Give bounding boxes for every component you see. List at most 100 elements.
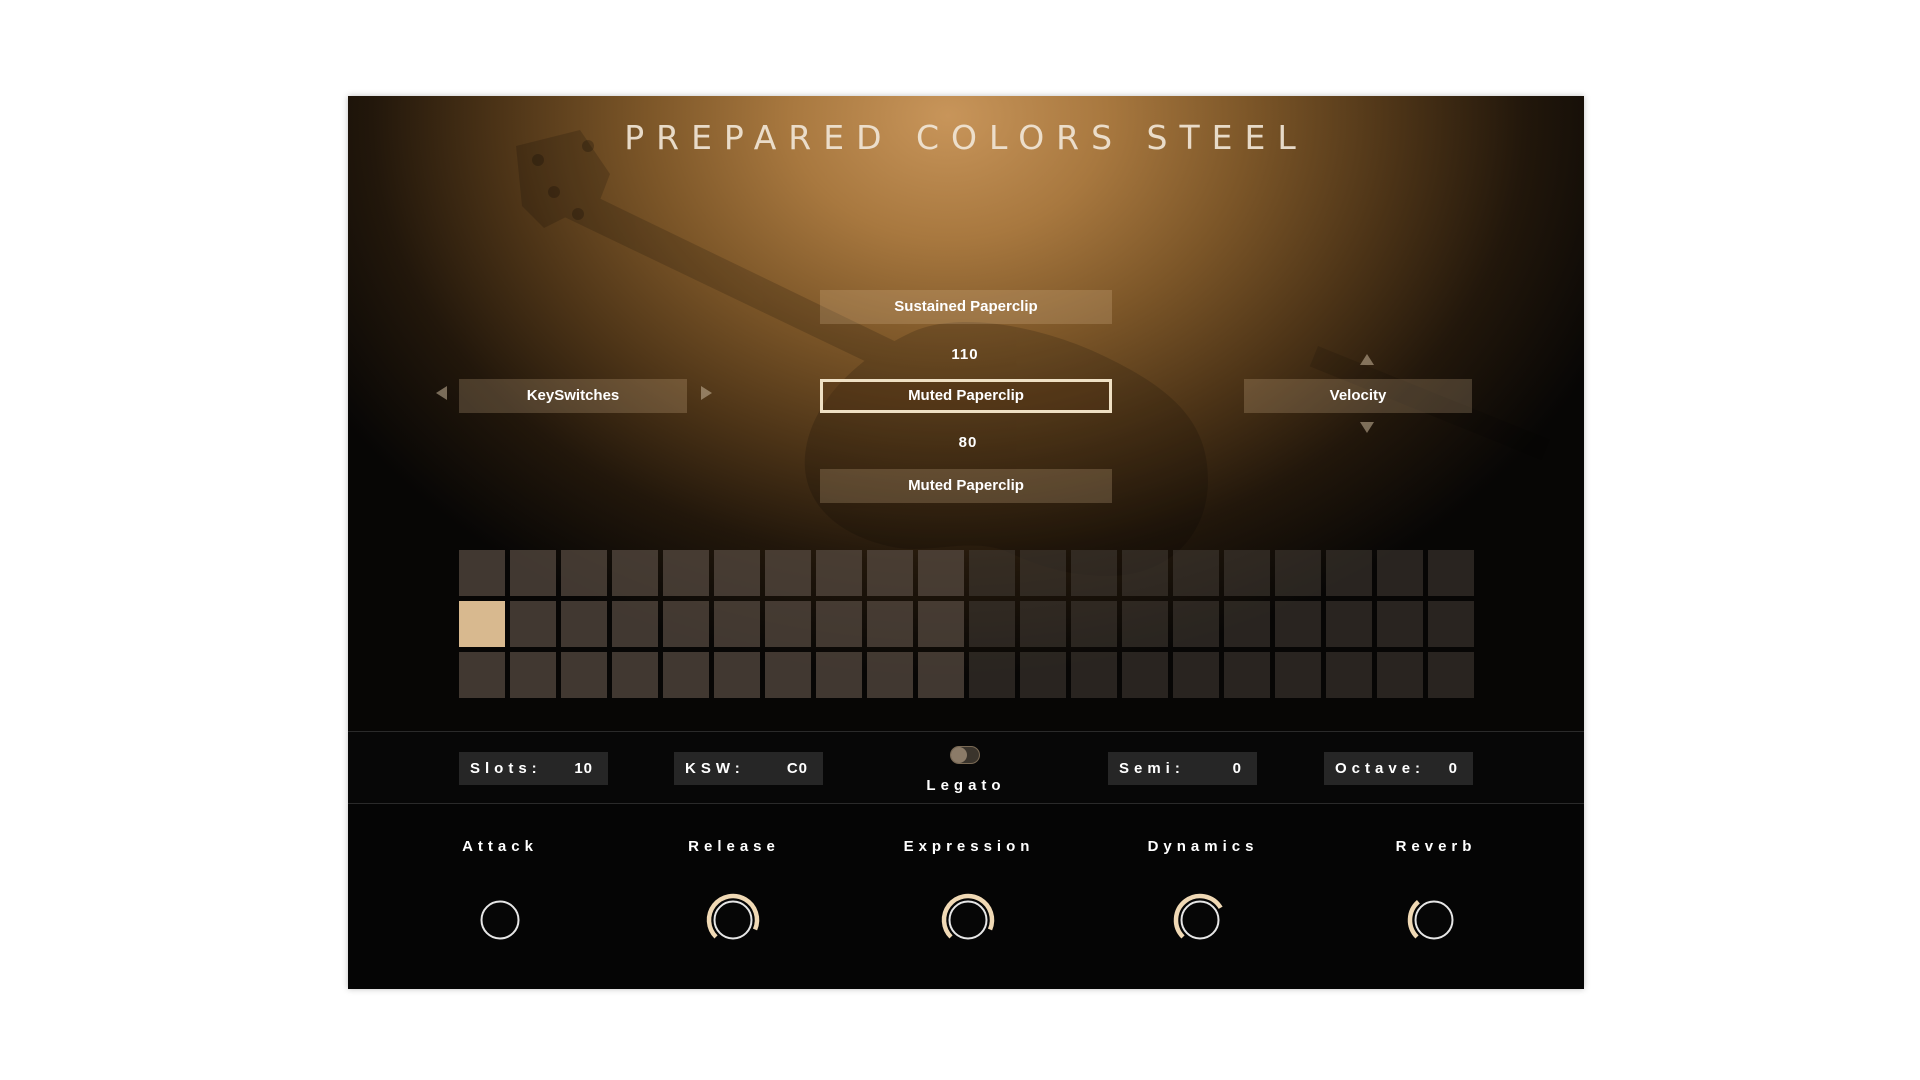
slot-cell[interactable] — [1020, 601, 1066, 647]
keyswitches-next-icon[interactable] — [701, 386, 712, 400]
knobs-row: Attack Release Expression Dynamics Rever… — [348, 804, 1584, 989]
slot-cell[interactable] — [1173, 601, 1219, 647]
articulation-top-button[interactable]: Sustained Paperclip — [820, 290, 1112, 324]
ksw-field[interactable]: KSW: C0 — [674, 752, 823, 785]
slot-cell[interactable] — [510, 601, 556, 647]
slot-cell[interactable] — [663, 550, 709, 596]
slot-cell[interactable] — [867, 550, 913, 596]
expression-knob[interactable] — [938, 890, 998, 950]
octave-label: Octave: — [1335, 760, 1426, 777]
slot-cell[interactable] — [1173, 550, 1219, 596]
slot-cell[interactable] — [1275, 601, 1321, 647]
articulation-bottom-button[interactable]: Muted Paperclip — [820, 469, 1112, 503]
ksw-label: KSW: — [685, 760, 745, 777]
slot-cell[interactable] — [1020, 550, 1066, 596]
slot-cell[interactable] — [561, 652, 607, 698]
attack-knob[interactable] — [470, 890, 530, 950]
slot-cell[interactable] — [510, 652, 556, 698]
slot-cell[interactable] — [714, 550, 760, 596]
slot-cell[interactable] — [1173, 652, 1219, 698]
slot-cell[interactable] — [714, 601, 760, 647]
slot-cell[interactable] — [510, 550, 556, 596]
slots-field[interactable]: Slots: 10 — [459, 752, 608, 785]
slot-cell[interactable] — [1326, 550, 1372, 596]
release-label: Release — [688, 838, 780, 855]
slot-cell[interactable] — [1224, 652, 1270, 698]
slot-cell[interactable] — [561, 601, 607, 647]
legato-toggle[interactable] — [950, 746, 980, 764]
slot-cell[interactable] — [918, 601, 964, 647]
keyswitch-slot-grid — [459, 550, 1475, 698]
slot-cell[interactable] — [765, 652, 811, 698]
slot-cell[interactable] — [1428, 550, 1474, 596]
slot-cell[interactable] — [969, 652, 1015, 698]
slot-cell[interactable] — [612, 652, 658, 698]
articulation-selected-button[interactable]: Muted Paperclip — [820, 379, 1112, 413]
slot-cell[interactable] — [1326, 652, 1372, 698]
legato-toggle-knob — [951, 747, 967, 763]
slot-cell[interactable] — [969, 601, 1015, 647]
keyswitches-selector[interactable]: KeySwitches — [459, 379, 687, 413]
slot-cell[interactable] — [1122, 652, 1168, 698]
slot-cell[interactable] — [459, 601, 505, 647]
slot-cell[interactable] — [459, 652, 505, 698]
slot-cell[interactable] — [1071, 652, 1117, 698]
velocity-down-icon[interactable] — [1360, 422, 1374, 433]
slot-cell[interactable] — [1071, 550, 1117, 596]
slot-cell[interactable] — [459, 550, 505, 596]
slot-cell[interactable] — [561, 550, 607, 596]
dynamics-knob[interactable] — [1170, 890, 1230, 950]
octave-value: 0 — [1448, 760, 1458, 777]
slot-cell[interactable] — [816, 550, 862, 596]
slot-cell[interactable] — [1020, 652, 1066, 698]
header-area: PREPARED COLORS STEEL Sustained Papercli… — [348, 96, 1584, 731]
lower-velocity-value: 80 — [958, 434, 978, 451]
keyswitches-prev-icon[interactable] — [436, 386, 447, 400]
slot-cell[interactable] — [1377, 550, 1423, 596]
slots-label: Slots: — [470, 760, 542, 777]
controls-bar: Slots: 10 KSW: C0 Legato Semi: 0 Octave:… — [348, 731, 1584, 804]
slot-cell[interactable] — [612, 550, 658, 596]
slot-cell[interactable] — [816, 652, 862, 698]
release-knob[interactable] — [703, 890, 763, 950]
slot-cell[interactable] — [1428, 652, 1474, 698]
slot-cell[interactable] — [1326, 601, 1372, 647]
slot-cell[interactable] — [765, 601, 811, 647]
attack-label: Attack — [462, 838, 538, 855]
slot-cell[interactable] — [1377, 652, 1423, 698]
slot-cell[interactable] — [969, 550, 1015, 596]
velocity-up-icon[interactable] — [1360, 354, 1374, 365]
semi-field[interactable]: Semi: 0 — [1108, 752, 1257, 785]
slot-cell[interactable] — [612, 601, 658, 647]
slot-cell[interactable] — [1122, 550, 1168, 596]
slot-cell[interactable] — [918, 550, 964, 596]
slot-cell[interactable] — [867, 652, 913, 698]
slot-cell[interactable] — [1224, 550, 1270, 596]
velocity-selector[interactable]: Velocity — [1244, 379, 1472, 413]
slot-cell[interactable] — [765, 550, 811, 596]
instrument-title: PREPARED COLORS STEEL — [624, 118, 1308, 157]
knob-ring — [948, 900, 988, 940]
knob-ring — [480, 900, 520, 940]
slot-cell[interactable] — [1275, 550, 1321, 596]
slot-cell[interactable] — [816, 601, 862, 647]
slot-cell[interactable] — [1275, 652, 1321, 698]
slot-cell[interactable] — [714, 652, 760, 698]
slot-cell[interactable] — [1071, 601, 1117, 647]
upper-velocity-value: 110 — [951, 346, 979, 363]
slot-cell[interactable] — [1377, 601, 1423, 647]
slot-cell[interactable] — [663, 652, 709, 698]
octave-field[interactable]: Octave: 0 — [1324, 752, 1473, 785]
expression-label: Expression — [903, 838, 1035, 855]
slot-cell[interactable] — [1122, 601, 1168, 647]
semi-label: Semi: — [1119, 760, 1185, 777]
reverb-knob[interactable] — [1404, 890, 1464, 950]
dynamics-label: Dynamics — [1147, 838, 1259, 855]
slot-cell[interactable] — [1428, 601, 1474, 647]
slot-cell[interactable] — [663, 601, 709, 647]
slot-cell[interactable] — [1224, 601, 1270, 647]
slot-cell[interactable] — [867, 601, 913, 647]
slots-value: 10 — [574, 760, 593, 777]
knob-ring — [1180, 900, 1220, 940]
slot-cell[interactable] — [918, 652, 964, 698]
